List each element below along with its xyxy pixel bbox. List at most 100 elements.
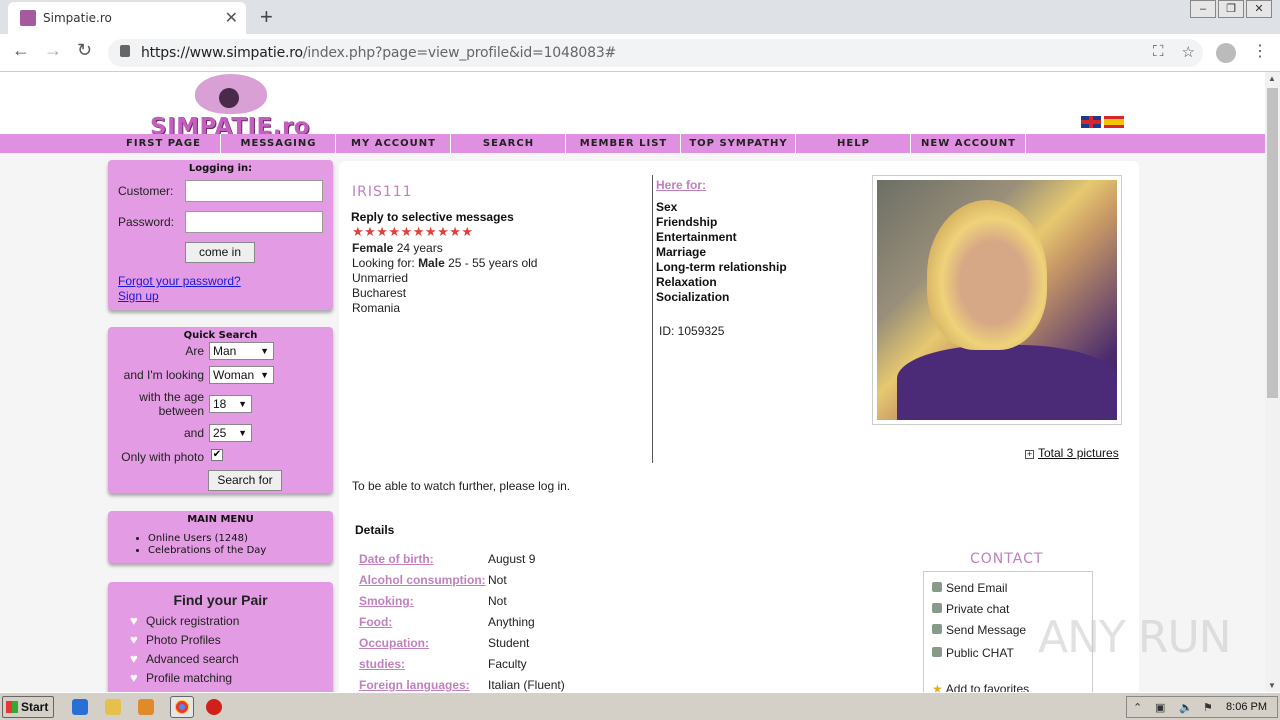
profile-photo[interactable] (877, 180, 1117, 420)
forgot-password-link[interactable]: Forgot your password? (118, 274, 241, 288)
bookmark-star-icon[interactable]: ☆ (1182, 43, 1195, 61)
ie-icon[interactable] (72, 699, 88, 715)
find-pair-item[interactable]: ♥ Advanced search (130, 651, 239, 666)
profile-id: ID: 1059325 (659, 324, 725, 338)
find-pair-item[interactable]: ♥ Profile matching (130, 670, 232, 685)
profile-avatar-icon[interactable] (1216, 43, 1236, 63)
city: Bucharest (352, 286, 407, 300)
heart-icon: ♥ (130, 651, 138, 666)
add-favorites-link[interactable]: ★ Add to favorites (932, 682, 1029, 692)
find-pair-item[interactable]: ♥ Photo Profiles (130, 632, 221, 647)
reload-icon[interactable]: ↻ (77, 40, 92, 61)
forward-icon[interactable]: → (44, 40, 62, 61)
reply-policy: Reply to selective messages (351, 210, 514, 224)
main-menu-box: MAIN MENU Online Users (1248) Celebratio… (108, 511, 333, 563)
send-email-link[interactable]: Send Email (932, 581, 1007, 595)
expand-icon: + (1025, 449, 1034, 459)
browser-tab[interactable]: Simpatie.ro ✕ (8, 2, 246, 34)
send-message-link[interactable]: Send Message (932, 623, 1026, 637)
marital-status: Unmarried (352, 271, 409, 285)
eye-logo-icon (195, 74, 267, 114)
find-pair-item[interactable]: ♥ Quick registration (130, 613, 239, 628)
new-tab-icon[interactable]: + (260, 4, 273, 30)
password-input[interactable] (185, 211, 323, 233)
profile-photo-frame[interactable] (872, 175, 1122, 425)
nav-member-list[interactable]: MEMBER LIST (567, 134, 681, 153)
search-for-button[interactable]: Search for (208, 470, 282, 491)
chrome-taskbar-button[interactable] (170, 696, 194, 718)
detail-label[interactable]: Date of birth: (359, 552, 434, 566)
folder-icon[interactable] (105, 699, 121, 715)
nav-help[interactable]: HELP (797, 134, 911, 153)
here-for-item: Entertainment (656, 230, 737, 244)
private-chat-link[interactable]: Private chat (932, 602, 1009, 616)
public-chat-link[interactable]: Public CHAT (932, 646, 1014, 660)
scroll-up-icon[interactable]: ▲ (1268, 74, 1276, 83)
column-divider (652, 175, 653, 463)
here-for-label[interactable]: Here for: (656, 178, 706, 192)
english-flag-icon[interactable] (1081, 116, 1101, 128)
menu-celebrations[interactable]: Celebrations of the Day (148, 545, 266, 557)
login-button[interactable]: come in (185, 242, 255, 263)
profile-panel: IRIS111 Reply to selective messages ★★★★… (339, 161, 1139, 692)
site-header: SIMPATIE.ro (0, 72, 1265, 140)
sign-up-link[interactable]: Sign up (118, 289, 159, 303)
only-photo-checkbox[interactable]: ✔ (211, 449, 223, 461)
age-label-2: between (158, 404, 204, 418)
translate-icon[interactable]: ⛶ (1153, 43, 1164, 61)
login-notice: To be able to watch further, please log … (352, 479, 571, 493)
total-pictures-link[interactable]: + Total 3 pictures (1025, 446, 1119, 460)
nav-my-account[interactable]: MY ACCOUNT (337, 134, 451, 153)
network-icon[interactable]: ▣ (1155, 701, 1165, 714)
rating-stars: ★★★★★★★★★★ (352, 224, 474, 239)
tray-expand-icon[interactable]: ⌃ (1133, 701, 1142, 714)
detail-value: Not (488, 573, 507, 587)
flag-icon[interactable]: ⚑ (1203, 701, 1213, 714)
login-title: Logging in: (188, 163, 253, 174)
start-button[interactable]: Start (2, 696, 54, 718)
close-tab-icon[interactable]: ✕ (225, 8, 238, 28)
spanish-flag-icon[interactable] (1104, 116, 1124, 128)
are-select[interactable]: Man ▼ (209, 342, 274, 360)
main-menu-title: MAIN MENU (187, 514, 254, 525)
alert-app-icon[interactable] (206, 699, 222, 715)
age-from-select[interactable]: 18 ▼ (209, 395, 252, 413)
nav-search[interactable]: SEARCH (452, 134, 566, 153)
nav-new-account[interactable]: NEW ACCOUNT (912, 134, 1026, 153)
email-icon (932, 582, 942, 592)
url-text[interactable]: https://www.simpatie.ro/index.php?page=v… (141, 45, 616, 61)
detail-label[interactable]: Food: (359, 615, 392, 629)
window-controls: – ❐ ✕ (1188, 0, 1272, 18)
heart-icon: ♥ (130, 613, 138, 628)
menu-online-users[interactable]: Online Users (1248) (148, 533, 266, 545)
detail-label[interactable]: Alcohol consumption: (359, 573, 486, 587)
detail-label[interactable]: Smoking: (359, 594, 414, 608)
site-logo[interactable]: SIMPATIE.ro (150, 74, 315, 140)
restore-icon[interactable]: ❐ (1218, 0, 1244, 18)
nav-top-sympathy[interactable]: TOP SYMPATHY (682, 134, 796, 153)
browser-menu-icon[interactable]: ⋮ (1252, 41, 1268, 61)
age-to-select[interactable]: 25 ▼ (209, 424, 252, 442)
detail-value: Anything (488, 615, 535, 629)
nav-first-page[interactable]: FIRST PAGE (107, 134, 221, 153)
detail-label[interactable]: Occupation: (359, 636, 429, 650)
nav-messaging[interactable]: MESSAGING (222, 134, 336, 153)
scroll-down-icon[interactable]: ▼ (1268, 681, 1276, 690)
detail-label[interactable]: studies: (359, 657, 405, 671)
looking-select[interactable]: Woman ▼ (209, 366, 274, 384)
media-player-icon[interactable] (138, 699, 154, 715)
password-label: Password: (118, 215, 175, 229)
detail-label[interactable]: Foreign languages: (359, 678, 470, 692)
detail-value: Faculty (488, 657, 527, 671)
volume-icon[interactable]: 🔈 (1179, 701, 1193, 714)
quick-search-box: Quick Search Are Man ▼ and I'm looking Wo… (108, 327, 333, 493)
close-window-icon[interactable]: ✕ (1246, 0, 1272, 18)
customer-input[interactable] (185, 180, 323, 202)
minimize-icon[interactable]: – (1190, 0, 1216, 18)
site-favicon-icon (20, 10, 36, 26)
address-bar[interactable]: https://www.simpatie.ro/index.php?page=v… (108, 39, 1203, 67)
page-scrollbar[interactable]: ▲ ▼ (1265, 72, 1280, 692)
scroll-thumb[interactable] (1267, 88, 1278, 398)
tab-title: Simpatie.ro (43, 11, 112, 25)
back-icon[interactable]: ← (12, 40, 30, 61)
